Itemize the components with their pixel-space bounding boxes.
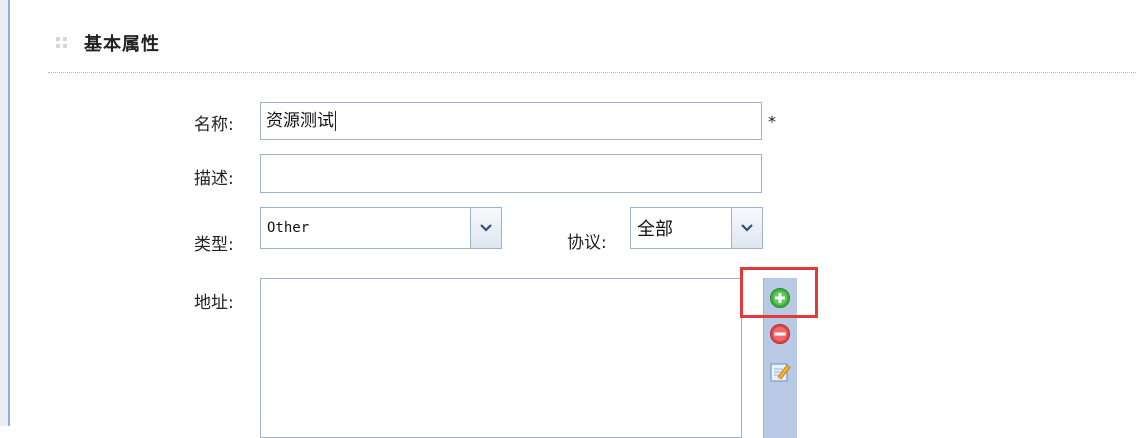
text-caret xyxy=(335,111,336,131)
chevron-down-icon xyxy=(741,224,753,232)
left-border-line xyxy=(8,0,10,426)
protocol-select[interactable]: 全部 xyxy=(630,207,763,249)
protocol-label: 协议: xyxy=(567,233,607,253)
name-input[interactable]: 资源测试 xyxy=(260,102,762,140)
protocol-dropdown-button[interactable] xyxy=(731,208,762,248)
type-label: 类型: xyxy=(194,235,234,255)
highlight-box xyxy=(740,267,818,318)
description-input[interactable] xyxy=(260,154,762,193)
address-label: 地址: xyxy=(194,293,234,313)
type-value: Other xyxy=(267,220,310,236)
section-divider xyxy=(48,72,1136,73)
description-label: 描述: xyxy=(194,169,234,189)
required-mark: * xyxy=(768,112,776,131)
type-select[interactable]: Other xyxy=(260,207,502,249)
type-dropdown-button[interactable] xyxy=(470,208,501,248)
grip-icon xyxy=(56,35,72,51)
name-label: 名称: xyxy=(194,115,234,135)
section-title: 基本属性 xyxy=(84,34,160,55)
edit-address-button[interactable] xyxy=(768,360,792,384)
chevron-down-icon xyxy=(480,224,492,232)
name-value: 资源测试 xyxy=(266,111,334,131)
protocol-value: 全部 xyxy=(637,219,673,240)
remove-icon xyxy=(770,324,790,344)
remove-address-button[interactable] xyxy=(768,322,792,346)
address-list[interactable] xyxy=(260,278,742,438)
edit-icon xyxy=(770,363,791,382)
section-header: 基本属性 xyxy=(56,28,160,58)
